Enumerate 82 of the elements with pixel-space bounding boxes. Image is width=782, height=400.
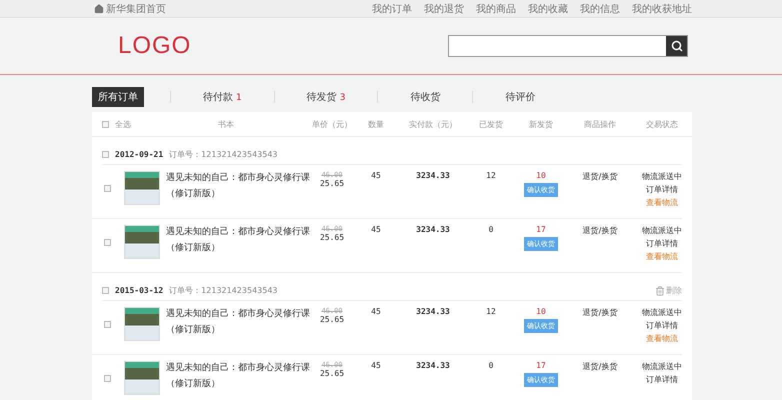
column-header: 交易状态 (645, 118, 679, 130)
shipped-count: 0 (488, 361, 494, 370)
trade-status: 物流派送中 (642, 225, 682, 236)
nav-link[interactable]: 我的退货 (424, 2, 464, 16)
book-title[interactable]: 遇见未知的自己：都市身心灵修行课 (166, 307, 310, 320)
paid-amount: 3234.33 (415, 307, 451, 316)
column-header: 商品操作 (583, 118, 617, 130)
order-tab[interactable]: 待收货 (404, 87, 446, 107)
column-header: 书本 (217, 118, 235, 130)
nav-link[interactable]: 我的收藏 (528, 2, 568, 16)
return-exchange-link[interactable]: 退货/换货 (568, 307, 632, 318)
order-tab[interactable]: 待付款 1 (197, 87, 248, 107)
search-button[interactable] (666, 36, 687, 56)
column-header: 新发货 (528, 118, 554, 130)
trade-status: 物流派送中 (642, 307, 682, 318)
unit-price: 25.65 (320, 233, 344, 242)
book-edition: （修订新版） (166, 188, 221, 200)
item-checkbox[interactable] (104, 321, 111, 328)
book-edition: （修订新版） (166, 242, 221, 254)
paid-amount: 3234.33 (415, 171, 451, 180)
book-edition: （修订新版） (166, 378, 221, 390)
return-exchange-link[interactable]: 退货/换货 (568, 225, 632, 236)
quantity: 45 (370, 171, 382, 180)
book-cover-placeholder (124, 225, 160, 259)
shipped-count: 0 (488, 225, 494, 234)
order-tab[interactable]: 待评价 (499, 87, 542, 107)
unit-price: 25.65 (320, 179, 344, 188)
order-date: 2012-09-21 (115, 150, 164, 159)
return-exchange-link[interactable]: 退货/换货 (568, 361, 632, 372)
quantity: 45 (370, 361, 382, 370)
return-exchange-link[interactable]: 退货/换货 (568, 171, 632, 182)
order-tab[interactable]: 待发货 3 (300, 87, 352, 107)
paid-amount: 3234.33 (415, 225, 451, 234)
column-header: 已发货 (478, 118, 504, 130)
order-checkbox[interactable] (102, 287, 109, 294)
trade-status: 物流派送中 (642, 361, 682, 372)
select-all-checkbox[interactable] (102, 120, 109, 128)
search-icon (670, 40, 682, 52)
home-icon (94, 4, 104, 14)
order-detail-link[interactable]: 订单详情 (646, 238, 678, 249)
order-number: 订单号：121321423543543 (169, 285, 278, 296)
column-header: 实付款（元） (408, 118, 458, 130)
item-checkbox[interactable] (104, 375, 111, 382)
home-link[interactable]: 新华集团首页 (94, 2, 166, 16)
book-cover-placeholder (124, 307, 160, 341)
order-detail-link[interactable]: 订单详情 (646, 184, 678, 195)
trade-status: 物流派送中 (642, 171, 682, 182)
order-tab[interactable]: 所有订单 (92, 87, 144, 107)
order-number: 订单号：121321423543543 (169, 149, 278, 160)
nav-link[interactable]: 我的信息 (580, 2, 620, 16)
unit-price: 25.65 (320, 315, 344, 324)
quantity: 45 (370, 307, 382, 316)
book-cover-placeholder (124, 361, 160, 395)
paid-amount: 3234.33 (415, 361, 451, 370)
quantity: 45 (370, 225, 382, 234)
item-checkbox[interactable] (104, 185, 111, 192)
select-all-label: 全选 (115, 118, 131, 130)
order-date: 2015-03-12 (115, 286, 164, 295)
new-shipped-count: 10 (536, 307, 546, 316)
item-checkbox[interactable] (104, 239, 111, 246)
column-header: 数量 (367, 118, 385, 130)
order-detail-link[interactable]: 订单详情 (646, 320, 678, 331)
unit-price: 25.65 (320, 369, 344, 378)
nav-link[interactable]: 我的收获地址 (632, 2, 692, 16)
new-shipped-count: 17 (536, 361, 546, 370)
new-shipped-count: 10 (536, 171, 546, 180)
nav-link[interactable]: 我的订单 (372, 2, 412, 16)
book-title[interactable]: 遇见未知的自己：都市身心灵修行课 (166, 225, 310, 238)
order-checkbox[interactable] (102, 151, 109, 158)
new-shipped-count: 17 (536, 225, 546, 234)
shipped-count: 12 (485, 171, 497, 180)
shipped-count: 12 (485, 307, 497, 316)
search-field[interactable] (448, 35, 688, 57)
book-title[interactable]: 遇见未知的自己：都市身心灵修行课 (166, 361, 310, 374)
book-cover-placeholder (124, 171, 160, 205)
column-header: 单价（元） (311, 118, 353, 130)
book-edition: （修订新版） (166, 324, 221, 336)
order-detail-link[interactable]: 订单详情 (646, 374, 678, 385)
nav-link[interactable]: 我的商品 (476, 2, 516, 16)
book-title[interactable]: 遇见未知的自己：都市身心灵修行课 (166, 171, 310, 184)
logo: LOGO (118, 32, 192, 60)
trash-icon (655, 286, 665, 296)
